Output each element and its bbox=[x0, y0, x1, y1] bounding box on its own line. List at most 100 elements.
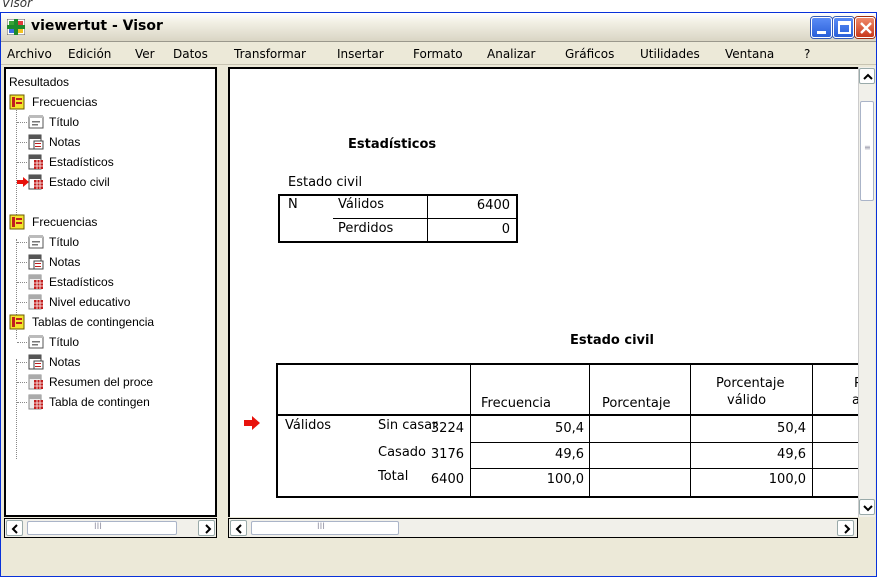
tree-connector bbox=[17, 302, 27, 303]
title-icon bbox=[28, 335, 44, 349]
freq-row-label: Sin casar bbox=[378, 418, 438, 433]
tree-connector bbox=[17, 282, 27, 283]
menu-formato[interactable]: Formato bbox=[413, 47, 463, 61]
table-border bbox=[276, 363, 858, 365]
title-bar[interactable]: viewertut - Visor bbox=[1, 13, 876, 42]
menu-ayuda[interactable]: ? bbox=[804, 47, 810, 61]
vertical-scroll-thumb[interactable]: ≡ bbox=[860, 101, 874, 201]
freq-table[interactable]: Frecuencia Porcentaje Porcentaje válido … bbox=[276, 363, 858, 498]
outline-scroll-left-button[interactable] bbox=[6, 520, 23, 536]
tree-connector bbox=[17, 262, 27, 263]
contents-vertical-scrollbar[interactable]: ≡ bbox=[858, 67, 875, 517]
tree-connector bbox=[17, 382, 27, 383]
outline-item-label: Título bbox=[49, 335, 80, 349]
outline-pane[interactable]: Resultados Frecuencias Título Notas Esta… bbox=[4, 67, 217, 517]
table-gridline bbox=[471, 468, 858, 469]
menu-archivo[interactable]: Archivo bbox=[7, 47, 52, 61]
tree-connector bbox=[16, 99, 17, 219]
close-button[interactable] bbox=[855, 17, 875, 38]
menu-graficos[interactable]: Gráficos bbox=[565, 47, 614, 61]
tree-connector bbox=[17, 142, 27, 143]
menu-datos[interactable]: Datos bbox=[173, 47, 208, 61]
stats-n-label: N bbox=[288, 197, 298, 212]
tree-connector bbox=[17, 122, 27, 123]
outline-item-label: Frecuencias bbox=[32, 95, 98, 109]
title-icon bbox=[28, 115, 44, 129]
tree-connector bbox=[17, 242, 27, 243]
outline-horizontal-scrollbar[interactable]: III bbox=[4, 518, 217, 538]
contents-pane[interactable]: Estadísticos Estado civil N Válidos 6400… bbox=[228, 67, 858, 517]
outline-item-label: Frecuencias bbox=[32, 215, 98, 229]
freq-row-label: Casado bbox=[378, 445, 426, 460]
freq-row-freq: 6400 bbox=[430, 472, 464, 487]
table-gridline bbox=[276, 414, 858, 416]
scroll-up-button[interactable] bbox=[859, 68, 875, 84]
tree-connector bbox=[17, 402, 27, 403]
current-table-arrow-icon bbox=[244, 416, 260, 430]
scroll-grip: III bbox=[317, 522, 325, 532]
freq-header-porcentaje: Porcentaje bbox=[602, 396, 671, 411]
arrow-left-icon bbox=[11, 524, 18, 534]
contents-scroll-thumb[interactable]: III bbox=[251, 521, 399, 535]
freq-header-frecuencia: Frecuencia bbox=[481, 396, 551, 411]
freq-row-pct: 50,4 bbox=[555, 421, 584, 436]
freq-row-label: Total bbox=[378, 469, 409, 484]
book-icon bbox=[9, 314, 25, 330]
freq-row-freq: 3224 bbox=[430, 421, 464, 436]
title-icon bbox=[28, 235, 44, 249]
menu-ver[interactable]: Ver bbox=[135, 47, 155, 61]
menu-bar: Archivo Edición Ver Datos Transformar In… bbox=[1, 43, 876, 65]
arrow-left-icon bbox=[235, 524, 242, 534]
stats-missing-label: Perdidos bbox=[338, 221, 394, 236]
scroll-down-button[interactable] bbox=[859, 499, 875, 515]
contents-scroll-right-button[interactable] bbox=[837, 520, 854, 536]
table-gridline bbox=[333, 218, 517, 219]
arrow-right-icon bbox=[205, 524, 212, 534]
freq-group-label: Válidos bbox=[285, 418, 332, 433]
freq-row-freq: 3176 bbox=[430, 447, 464, 462]
notes-icon bbox=[28, 134, 44, 150]
freq-header-porcentaje-valido-1: Porcentaje bbox=[716, 376, 785, 391]
stats-table-subtitle: Estado civil bbox=[288, 175, 363, 190]
arrow-up-icon bbox=[863, 73, 873, 80]
menu-utilidades[interactable]: Utilidades bbox=[640, 47, 700, 61]
minimize-icon bbox=[817, 31, 826, 34]
viewer-app-icon bbox=[7, 19, 25, 35]
menu-edicion[interactable]: Edición bbox=[68, 47, 111, 61]
window-title: viewertut - Visor bbox=[31, 18, 163, 34]
outline-item-label: Título bbox=[49, 115, 80, 129]
maximize-button[interactable] bbox=[833, 17, 854, 38]
arrow-right-icon bbox=[844, 524, 851, 534]
outline-scroll-right-button[interactable] bbox=[198, 520, 215, 536]
maximize-icon bbox=[838, 21, 851, 34]
outline-scroll-thumb[interactable]: III bbox=[27, 521, 177, 535]
arrow-down-icon bbox=[863, 505, 873, 512]
minimize-button[interactable] bbox=[811, 17, 832, 38]
menu-ventana[interactable]: Ventana bbox=[725, 47, 774, 61]
outline-item-label: Tablas de contingencia bbox=[32, 315, 155, 329]
table-border bbox=[278, 194, 518, 196]
contents-scroll-left-button[interactable] bbox=[230, 520, 247, 536]
stats-table[interactable]: N Válidos 6400 Perdidos 0 bbox=[278, 194, 518, 243]
stats-valid-value: 6400 bbox=[476, 198, 510, 213]
menu-analizar[interactable]: Analizar bbox=[487, 47, 535, 61]
table-closed-icon bbox=[28, 394, 43, 410]
freq-row-valid-pct: 50,4 bbox=[777, 421, 806, 436]
table-border bbox=[278, 241, 518, 243]
pane-splitter[interactable] bbox=[218, 67, 228, 539]
outline-item-label: Estadísticos bbox=[49, 275, 114, 289]
contents-horizontal-scrollbar[interactable]: III bbox=[228, 518, 858, 538]
table-closed-icon bbox=[28, 374, 43, 390]
tree-connector bbox=[17, 162, 27, 163]
table-icon bbox=[28, 154, 43, 170]
notes-icon bbox=[28, 254, 44, 270]
freq-header-porcentaje-valido-2: válido bbox=[727, 393, 767, 408]
table-border bbox=[276, 363, 278, 498]
menu-transformar[interactable]: Transformar bbox=[234, 47, 306, 61]
menu-insertar[interactable]: Insertar bbox=[337, 47, 384, 61]
scroll-grip: ≡ bbox=[864, 143, 871, 152]
outline-item-label: Estadísticos bbox=[49, 155, 114, 169]
table-border bbox=[276, 496, 858, 498]
stats-table-title: Estadísticos bbox=[348, 137, 437, 152]
close-icon bbox=[860, 22, 872, 34]
